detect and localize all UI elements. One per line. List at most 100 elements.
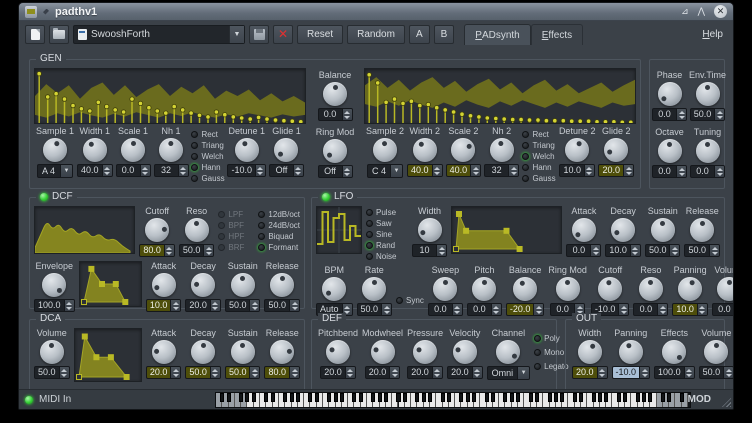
lfo-pulse-radio[interactable]: Pulse (366, 208, 408, 217)
dca-release-knob[interactable] (270, 340, 294, 364)
lfo-pitch-knob[interactable] (472, 277, 496, 301)
gen1-glide-1-knob[interactable] (274, 138, 298, 162)
dca-release-spin-arrows-icon[interactable] (289, 367, 299, 378)
gen1-nh-1-knob[interactable] (159, 138, 183, 162)
def-mono-radio[interactable]: Mono (534, 348, 568, 357)
new-preset-button[interactable] (25, 25, 45, 44)
lfo-panning-spinbox[interactable]: 10.0 (672, 303, 708, 316)
lfo-sweep-knob[interactable] (433, 277, 457, 301)
gen2-scale-2-spin-arrows-icon[interactable] (470, 165, 480, 176)
gen2-sample-2-combobox[interactable]: C 4▼ (367, 164, 403, 178)
close-button[interactable]: ✕ (714, 5, 727, 18)
gen1-scale-1-spinbox[interactable]: 0.0 (116, 164, 151, 177)
dca-release-spinbox[interactable]: 80.0 (264, 366, 300, 379)
gen-ring-mod-knob[interactable] (323, 139, 347, 163)
out-width-knob[interactable] (578, 340, 602, 364)
black-key[interactable] (384, 393, 388, 402)
black-key[interactable] (447, 393, 451, 402)
gen-phase-spinbox[interactable]: 0.0 (652, 108, 687, 121)
dcf-envelope-display[interactable] (79, 261, 142, 307)
gen2-detune-2-spinbox[interactable]: 10.0 (559, 164, 595, 177)
lfo-panning-knob[interactable] (678, 277, 702, 301)
black-key[interactable] (623, 393, 627, 402)
gen2-width-2-spin-arrows-icon[interactable] (432, 165, 442, 176)
black-key[interactable] (667, 393, 671, 402)
black-key[interactable] (396, 393, 400, 402)
compare-a-button[interactable]: A (409, 25, 430, 44)
black-key[interactable] (227, 393, 231, 402)
gen2-nh-2-knob[interactable] (490, 138, 514, 162)
gen1-welch-radio[interactable]: Welch (191, 152, 224, 161)
gen1-glide-1-spinbox[interactable]: Off (269, 164, 304, 177)
dcf-envelope-spin-arrows-icon[interactable] (64, 300, 74, 311)
dcf-attack-spin-arrows-icon[interactable] (170, 300, 180, 311)
dca-volume-spinbox[interactable]: 50.0 (34, 366, 70, 379)
def-modwheel-spin-arrows-icon[interactable] (389, 367, 399, 378)
def-channel-knob[interactable] (496, 340, 520, 364)
dca-sustain-spin-arrows-icon[interactable] (249, 367, 259, 378)
lfo-led[interactable] (322, 193, 330, 201)
gen-tuning-spinbox[interactable]: 0.0 (690, 165, 725, 178)
gen2-gauss-radio[interactable]: Gauss (522, 174, 555, 183)
lfo-sync-checkbox[interactable]: Sync (396, 276, 424, 305)
lfo-cutoff-spin-arrows-icon[interactable] (618, 304, 628, 315)
lfo-attack-spin-arrows-icon[interactable] (590, 245, 600, 256)
black-key[interactable] (283, 393, 287, 402)
dca-attack-spinbox[interactable]: 20.0 (146, 366, 182, 379)
dca-decay-knob[interactable] (191, 340, 215, 364)
out-volume-spinbox[interactable]: 50.0 (699, 366, 734, 379)
reset-button[interactable]: Reset (297, 25, 343, 44)
lfo-release-spin-arrows-icon[interactable] (709, 245, 719, 256)
gen-env-time-spinbox[interactable]: 50.0 (690, 108, 726, 121)
lfo-sustain-spin-arrows-icon[interactable] (669, 245, 679, 256)
gen2-nh-2-spin-arrows-icon[interactable] (508, 165, 518, 176)
gen-octave-knob[interactable] (658, 139, 682, 163)
out-effects-spinbox[interactable]: 100.0 (654, 366, 695, 379)
lfo-rand-radio[interactable]: Rand (366, 241, 408, 250)
black-key[interactable] (592, 393, 596, 402)
dca-volume-spin-arrows-icon[interactable] (59, 367, 69, 378)
lfo-sustain-knob[interactable] (651, 218, 675, 242)
black-key[interactable] (239, 393, 243, 402)
gen1-width-1-knob[interactable] (83, 138, 107, 162)
lfo-sweep-spin-arrows-icon[interactable] (452, 304, 462, 315)
pin-icon[interactable] (41, 7, 51, 17)
gen-balance-spinbox[interactable]: 0.0 (318, 108, 353, 121)
lfo-attack-knob[interactable] (572, 218, 596, 242)
def-pitchbend-spinbox[interactable]: 20.0 (320, 366, 356, 379)
gen-ring-mod-spinbox[interactable]: Off (318, 165, 353, 178)
black-key[interactable] (428, 393, 432, 402)
gen1-rect-radio[interactable]: Rect (191, 130, 224, 139)
black-key[interactable] (334, 393, 338, 402)
black-key[interactable] (598, 393, 602, 402)
gen-octave-spin-arrows-icon[interactable] (676, 166, 686, 177)
save-preset-button[interactable] (249, 25, 269, 44)
shade-button[interactable]: ⊿ (681, 7, 689, 16)
lfo-reso-spinbox[interactable]: 0.0 (633, 303, 668, 316)
def-velocity-spin-arrows-icon[interactable] (472, 367, 482, 378)
dcf-sustain-knob[interactable] (231, 273, 255, 297)
gen2-triang-radio[interactable]: Triang (522, 141, 555, 150)
gen2-glide-2-knob[interactable] (604, 138, 628, 162)
lfo-balance-spinbox[interactable]: -20.0 (506, 303, 545, 316)
dca-attack-spin-arrows-icon[interactable] (170, 367, 180, 378)
dcf-formant-radio[interactable]: Formant (258, 243, 300, 252)
dcf-12db-oct-radio[interactable]: 12dB/oct (258, 210, 300, 219)
gen-harmonics-display-2[interactable] (364, 68, 636, 124)
def-channel-combobox[interactable]: Omni▼ (487, 366, 531, 380)
tab-effects[interactable]: Effects (531, 24, 583, 45)
gen1-sample-1-knob[interactable] (43, 138, 67, 162)
lfo-rate-knob[interactable] (362, 277, 386, 301)
black-key[interactable] (648, 393, 652, 402)
dcf-sustain-spin-arrows-icon[interactable] (249, 300, 259, 311)
lfo-reso-spin-arrows-icon[interactable] (657, 304, 667, 315)
black-key[interactable] (371, 393, 375, 402)
dcf-decay-spin-arrows-icon[interactable] (210, 300, 220, 311)
black-key[interactable] (220, 393, 224, 402)
out-width-spin-arrows-icon[interactable] (597, 367, 607, 378)
gen2-sample-2-dropdown-arrow-icon[interactable]: ▼ (390, 165, 402, 177)
gen2-detune-2-spin-arrows-icon[interactable] (584, 165, 594, 176)
gen2-width-2-knob[interactable] (413, 138, 437, 162)
dcf-decay-spinbox[interactable]: 20.0 (185, 299, 221, 312)
dcf-cutoff-spin-arrows-icon[interactable] (164, 245, 174, 256)
